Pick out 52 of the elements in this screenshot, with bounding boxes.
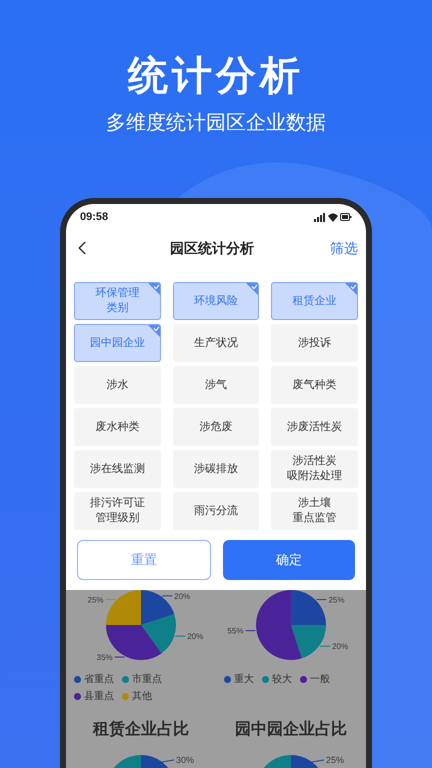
check-icon <box>148 283 160 295</box>
percent-label: 20% <box>332 642 348 652</box>
confirm-button[interactable]: 确定 <box>223 540 355 580</box>
filter-tag[interactable]: 涉水 <box>74 366 161 404</box>
percent-label: 55% <box>227 626 244 636</box>
status-icons <box>314 212 352 222</box>
check-icon <box>344 283 357 295</box>
filter-tag[interactable]: 涉活性炭 吸附法处理 <box>271 450 358 488</box>
check-icon <box>246 283 258 295</box>
filter-tag[interactable]: 废水种类 <box>74 408 161 446</box>
percent-label: 25% <box>88 596 104 605</box>
filter-tag[interactable]: 涉气 <box>172 366 260 404</box>
check-icon <box>148 325 160 337</box>
filter-tag[interactable]: 涉废活性炭 <box>271 408 358 446</box>
filter-tag[interactable]: 涉碳排放 <box>172 450 260 488</box>
filter-tag[interactable]: 涉投诉 <box>271 324 358 362</box>
status-time: 09:58 <box>80 210 108 225</box>
leader-line <box>114 656 126 658</box>
leader-line <box>162 595 173 596</box>
filter-tag[interactable]: 生产状况 <box>172 324 260 362</box>
percent-label: 20% <box>174 592 190 601</box>
leader-line <box>312 760 324 762</box>
leader-line <box>105 599 116 600</box>
chart-title: 园中园企业占比 <box>235 720 347 740</box>
legend-label: 较大 <box>272 672 292 687</box>
leader-line <box>316 599 327 600</box>
page-title: 园区统计分析 <box>170 238 254 258</box>
legend-label: 县重点 <box>84 690 114 704</box>
legend-label: 市重点 <box>132 672 162 687</box>
filter-button[interactable]: 筛选 <box>330 238 362 258</box>
legend-label: 重大 <box>234 672 254 687</box>
legend-label: 一般 <box>310 673 330 687</box>
percent-label: 20% <box>187 632 204 642</box>
leader-line <box>174 636 186 637</box>
leader-line <box>162 760 174 762</box>
filter-tag[interactable]: 涉危废 <box>172 408 260 446</box>
legend-label: 其他 <box>132 690 152 704</box>
percent-label: 25% <box>328 596 344 605</box>
legend-label: 省重点 <box>84 672 114 687</box>
hero-title: 统计分析 <box>128 53 304 100</box>
leader-line <box>320 646 331 647</box>
leader-line <box>244 630 256 632</box>
filter-tag[interactable]: 涉土壤 重点监管 <box>271 492 358 530</box>
chart-title: 租赁企业占比 <box>93 720 189 740</box>
percent-label: 35% <box>96 653 113 662</box>
filter-tag[interactable]: 排污许可证 管理级别 <box>74 492 161 530</box>
filter-tag[interactable]: 涉在线监测 <box>74 450 161 488</box>
filter-tag[interactable]: 废气种类 <box>271 366 358 404</box>
percent-label: 30% <box>176 755 194 765</box>
percent-label: 25% <box>326 755 344 765</box>
hero-subtitle: 多维度统计园区企业数据 <box>106 111 326 136</box>
filter-tag[interactable]: 雨污分流 <box>172 492 260 530</box>
